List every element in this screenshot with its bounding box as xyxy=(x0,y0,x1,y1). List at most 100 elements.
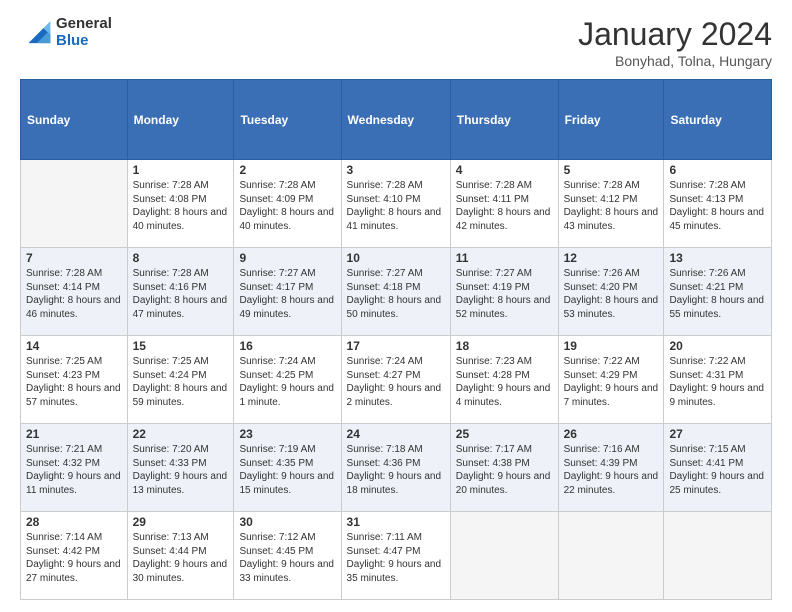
day-info-line: Sunrise: 7:27 AM xyxy=(456,267,553,281)
day-info: Sunrise: 7:15 AMSunset: 4:41 PMDaylight:… xyxy=(669,443,766,497)
day-info: Sunrise: 7:27 AMSunset: 4:17 PMDaylight:… xyxy=(239,267,335,321)
day-info: Sunrise: 7:28 AMSunset: 4:09 PMDaylight:… xyxy=(239,179,335,233)
day-number: 20 xyxy=(669,339,766,353)
day-info-line: Daylight: 8 hours and 59 minutes. xyxy=(133,382,229,409)
day-info-line: Daylight: 9 hours and 13 minutes. xyxy=(133,470,229,497)
calendar-cell: 5Sunrise: 7:28 AMSunset: 4:12 PMDaylight… xyxy=(558,160,664,248)
calendar-cell: 10Sunrise: 7:27 AMSunset: 4:18 PMDayligh… xyxy=(341,248,450,336)
day-info-line: Daylight: 8 hours and 40 minutes. xyxy=(239,206,335,233)
calendar-cell: 23 Sunrise: 7:19 AMSunset: 4:35 PMDayligh… xyxy=(234,424,341,512)
day-number: 31 xyxy=(347,515,445,529)
calendar-cell: 21Sunrise: 7:21 AMSunset: 4:32 PMDayligh… xyxy=(21,424,128,512)
day-number: 3 xyxy=(347,163,445,177)
day-info-line: Sunset: 4:18 PM xyxy=(347,281,445,295)
day-number: 19 xyxy=(564,339,659,353)
day-info-line: Sunset: 4:10 PM xyxy=(347,193,445,207)
day-info-line: Sunrise: 7:28 AM xyxy=(564,179,659,193)
day-info-line: Daylight: 9 hours and 9 minutes. xyxy=(669,382,766,409)
calendar-cell: 25Sunrise: 7:17 AMSunset: 4:38 PMDayligh… xyxy=(450,424,558,512)
logo: General Blue xyxy=(20,16,112,49)
day-number: 30 xyxy=(239,515,335,529)
day-number: 13 xyxy=(669,251,766,265)
day-number: 12 xyxy=(564,251,659,265)
day-info-line: Sunrise: 7:28 AM xyxy=(669,179,766,193)
day-info: Sunrise: 7:22 AMSunset: 4:31 PMDaylight:… xyxy=(669,355,766,409)
day-info: Sunrise: 7:26 AMSunset: 4:20 PMDaylight:… xyxy=(564,267,659,321)
day-info-line: Sunrise: 7:17 AM xyxy=(456,443,553,457)
calendar-cell: 30 Sunrise: 7:12 AMSunset: 4:45 PMDayligh… xyxy=(234,512,341,600)
day-number: 27 xyxy=(669,427,766,441)
col-friday: Friday xyxy=(558,80,664,160)
day-number: 8 xyxy=(133,251,229,265)
calendar-header-row: Sunday Monday Tuesday Wednesday Thursday… xyxy=(21,80,772,160)
day-info-line: Sunrise: 7:28 AM xyxy=(456,179,553,193)
calendar-cell: 24Sunrise: 7:18 AMSunset: 4:36 PMDayligh… xyxy=(341,424,450,512)
day-number: 6 xyxy=(669,163,766,177)
day-number: 21 xyxy=(26,427,122,441)
day-number: 28 xyxy=(26,515,122,529)
day-info-line: Sunset: 4:09 PM xyxy=(239,193,335,207)
calendar-cell: 12 Sunrise: 7:26 AMSunset: 4:20 PMDayligh… xyxy=(558,248,664,336)
day-info: Sunrise: 7:25 AMSunset: 4:24 PMDaylight:… xyxy=(133,355,229,409)
day-info-line: Daylight: 9 hours and 11 minutes. xyxy=(26,470,122,497)
calendar-cell: 27 Sunrise: 7:15 AMSunset: 4:41 PMDayligh… xyxy=(664,424,772,512)
col-sunday: Sunday xyxy=(21,80,128,160)
day-info: Sunrise: 7:24 AMSunset: 4:27 PMDaylight:… xyxy=(347,355,445,409)
day-info-line: Sunset: 4:24 PM xyxy=(133,369,229,383)
col-monday: Monday xyxy=(127,80,234,160)
calendar-cell xyxy=(21,160,128,248)
calendar-cell: 8Sunrise: 7:28 AMSunset: 4:16 PMDaylight… xyxy=(127,248,234,336)
day-info-line: Daylight: 8 hours and 40 minutes. xyxy=(133,206,229,233)
day-info-line: Daylight: 9 hours and 22 minutes. xyxy=(564,470,659,497)
day-number: 23 xyxy=(239,427,335,441)
day-info-line: Sunrise: 7:22 AM xyxy=(669,355,766,369)
calendar-week-row-4: 21Sunrise: 7:21 AMSunset: 4:32 PMDayligh… xyxy=(21,424,772,512)
day-info-line: Sunrise: 7:13 AM xyxy=(133,531,229,545)
day-number: 4 xyxy=(456,163,553,177)
logo-text: General Blue xyxy=(56,16,112,49)
day-info: Sunrise: 7:19 AMSunset: 4:35 PMDaylight:… xyxy=(239,443,335,497)
calendar-week-row-5: 28 Sunrise: 7:14 AMSunset: 4:42 PMDayligh… xyxy=(21,512,772,600)
calendar-cell: 6Sunrise: 7:28 AMSunset: 4:13 PMDaylight… xyxy=(664,160,772,248)
day-info-line: Sunrise: 7:26 AM xyxy=(564,267,659,281)
day-info-line: Sunset: 4:31 PM xyxy=(669,369,766,383)
day-info-line: Sunrise: 7:24 AM xyxy=(239,355,335,369)
calendar-cell: 1Sunrise: 7:28 AMSunset: 4:08 PMDaylight… xyxy=(127,160,234,248)
day-info: Sunrise: 7:27 AMSunset: 4:19 PMDaylight:… xyxy=(456,267,553,321)
day-info-line: Daylight: 8 hours and 50 minutes. xyxy=(347,294,445,321)
subtitle: Bonyhad, Tolna, Hungary xyxy=(578,53,772,69)
col-tuesday: Tuesday xyxy=(234,80,341,160)
day-info-line: Sunrise: 7:28 AM xyxy=(347,179,445,193)
page: General Blue January 2024 Bonyhad, Tolna… xyxy=(0,0,792,612)
day-info-line: Sunset: 4:44 PM xyxy=(133,545,229,559)
day-info-line: Sunset: 4:28 PM xyxy=(456,369,553,383)
day-info-line: Sunset: 4:11 PM xyxy=(456,193,553,207)
day-info-line: Daylight: 8 hours and 57 minutes. xyxy=(26,382,122,409)
day-info-line: Daylight: 8 hours and 46 minutes. xyxy=(26,294,122,321)
day-info-line: Sunset: 4:47 PM xyxy=(347,545,445,559)
day-info-line: Sunrise: 7:25 AM xyxy=(133,355,229,369)
day-info-line: Sunrise: 7:15 AM xyxy=(669,443,766,457)
day-info-line: Daylight: 8 hours and 52 minutes. xyxy=(456,294,553,321)
day-number: 9 xyxy=(239,251,335,265)
day-info-line: Sunrise: 7:23 AM xyxy=(456,355,553,369)
day-info-line: Daylight: 9 hours and 33 minutes. xyxy=(239,558,335,585)
day-info: Sunrise: 7:14 AMSunset: 4:42 PMDaylight:… xyxy=(26,531,122,585)
day-info-line: Sunrise: 7:28 AM xyxy=(133,267,229,281)
day-info: Sunrise: 7:28 AMSunset: 4:14 PMDaylight:… xyxy=(26,267,122,321)
calendar-cell xyxy=(664,512,772,600)
day-info-line: Sunrise: 7:21 AM xyxy=(26,443,122,457)
calendar-cell: 19Sunrise: 7:22 AMSunset: 4:29 PMDayligh… xyxy=(558,336,664,424)
day-info-line: Sunset: 4:23 PM xyxy=(26,369,122,383)
day-info-line: Sunset: 4:20 PM xyxy=(564,281,659,295)
day-number: 11 xyxy=(456,251,553,265)
day-info-line: Sunrise: 7:16 AM xyxy=(564,443,659,457)
day-info-line: Daylight: 9 hours and 18 minutes. xyxy=(347,470,445,497)
day-info-line: Sunrise: 7:27 AM xyxy=(347,267,445,281)
day-info-line: Sunrise: 7:18 AM xyxy=(347,443,445,457)
day-info: Sunrise: 7:12 AMSunset: 4:45 PMDaylight:… xyxy=(239,531,335,585)
day-number: 7 xyxy=(26,251,122,265)
day-info: Sunrise: 7:28 AMSunset: 4:12 PMDaylight:… xyxy=(564,179,659,233)
day-number: 22 xyxy=(133,427,229,441)
day-info-line: Daylight: 8 hours and 49 minutes. xyxy=(239,294,335,321)
